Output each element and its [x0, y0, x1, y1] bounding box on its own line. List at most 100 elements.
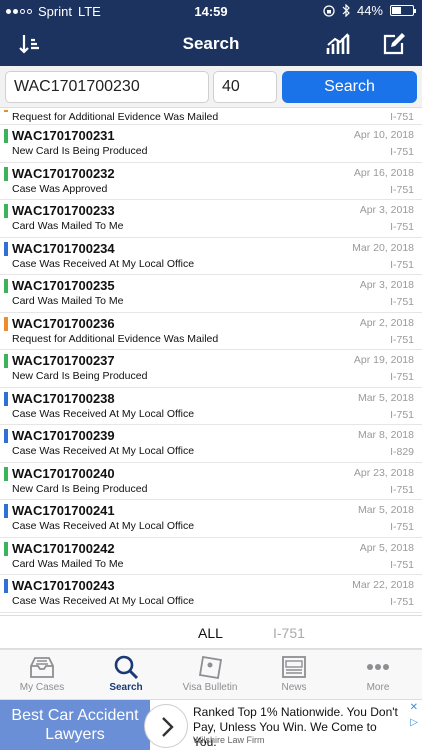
tab-more[interactable]: More	[336, 654, 420, 693]
status-color-bar	[4, 241, 8, 256]
case-form-type: I-751	[390, 408, 414, 421]
battery-percent: 44%	[356, 3, 383, 18]
case-date: Mar 20, 2018	[352, 241, 414, 254]
inbox-icon	[30, 657, 54, 678]
tab-label: My Cases	[19, 682, 65, 693]
case-form-type: I-829	[390, 446, 414, 458]
battery-icon	[390, 5, 416, 16]
case-row[interactable]: WAC1701700241 Mar 5, 2018 Case Was Receive…	[0, 500, 422, 538]
case-date: Mar 5, 2018	[357, 504, 414, 516]
nav-bar: Search	[0, 22, 422, 66]
case-status: New Card Is Being Produced	[12, 370, 148, 382]
case-date: Mar 22, 2018	[352, 579, 414, 591]
chart-icon[interactable]	[324, 30, 352, 58]
case-date: Mar 5, 2018	[357, 391, 414, 404]
bluetooth-icon	[342, 4, 350, 17]
case-date: Apr 3, 2018	[359, 279, 414, 291]
count-input[interactable]	[213, 71, 277, 103]
search-bar: Search	[0, 66, 422, 108]
case-status: Request for Additional Evidence Was Mail…	[12, 111, 219, 123]
tab-search[interactable]: Search	[84, 654, 168, 693]
filter-i751[interactable]: I-751	[273, 625, 305, 641]
case-date: Apr 23, 2018	[353, 466, 414, 479]
case-row[interactable]: WAC1701700237 Apr 19, 2018 New Card Is Bei…	[0, 350, 422, 388]
case-row[interactable]: WAC1701700242 Apr 5, 2018 Card Was Mailed …	[0, 538, 422, 575]
case-row[interactable]: WAC1701700231 Apr 10, 2018 New Card Is Bei…	[0, 125, 422, 163]
case-row[interactable]: WAC1701700236 Apr 2, 2018 Request for Addi…	[0, 313, 422, 350]
case-form-type: I-751	[390, 183, 414, 196]
case-status: Case Was Approved	[12, 182, 108, 195]
case-status: Card Was Mailed To Me	[12, 295, 124, 307]
tab-label: News	[281, 682, 307, 693]
case-form-type: I-751	[390, 221, 414, 233]
case-form-type: I-751	[390, 558, 414, 571]
case-form-type: I-751	[390, 111, 414, 123]
status-indicators: 44%	[323, 3, 416, 18]
case-number: WAC1701700240	[12, 465, 115, 481]
status-color-bar	[4, 204, 8, 218]
case-row[interactable]: WAC1701700235 Apr 3, 2018 Card Was Mailed …	[0, 275, 422, 313]
case-date: Apr 3, 2018	[359, 204, 414, 216]
case-row[interactable]: WAC1701700240 Apr 23, 2018 New Card Is Bei…	[0, 463, 422, 500]
case-list[interactable]: Request for Additional Evidence Was Mail…	[0, 110, 422, 615]
rotation-lock-icon	[323, 4, 335, 17]
case-row[interactable]: WAC1701700234 Mar 20, 2018 Case Was Receiv…	[0, 238, 422, 275]
chevron-right-icon	[162, 717, 174, 737]
case-row[interactable]: WAC1701700239 Mar 8, 2018 Case Was Receive…	[0, 425, 422, 463]
status-color-bar	[4, 166, 8, 181]
case-form-type: I-751	[390, 371, 414, 383]
case-number-input[interactable]	[5, 71, 209, 103]
case-row[interactable]: Request for Additional Evidence Was Mail…	[0, 110, 422, 125]
status-bar: Sprint LTE 14:59 44%	[0, 0, 422, 22]
note-icon	[198, 655, 223, 680]
status-color-bar	[4, 279, 8, 293]
case-status: Case Was Received At My Local Office	[12, 595, 195, 607]
status-color-bar	[4, 129, 8, 143]
case-number: WAC1701700242	[12, 540, 115, 556]
case-status: Case Was Received At My Local Office	[12, 407, 195, 420]
tab-visa-bulletin[interactable]: Visa Bulletin	[168, 654, 252, 693]
case-number: WAC1701700233	[12, 203, 115, 218]
case-status: Request for Additional Evidence Was Mail…	[12, 332, 219, 345]
case-row[interactable]: WAC1701700233 Apr 3, 2018 Card Was Mailed …	[0, 200, 422, 238]
case-status: New Card Is Being Produced	[12, 145, 148, 157]
tab-label: Visa Bulletin	[182, 682, 238, 693]
tab-my-cases[interactable]: My Cases	[0, 654, 84, 693]
case-form-type: I-751	[390, 483, 414, 496]
ad-close-icon[interactable]: ✕	[410, 702, 418, 713]
edit-icon[interactable]	[380, 30, 408, 58]
case-row[interactable]: WAC1701700232 Apr 16, 2018 Case Was Approv…	[0, 163, 422, 200]
filter-all[interactable]: ALL	[198, 625, 223, 641]
status-color-bar	[4, 504, 8, 518]
case-number: WAC1701700234	[12, 240, 115, 256]
status-color-bar	[4, 354, 8, 368]
tab-label: Search	[109, 682, 143, 693]
case-number: WAC1701700241	[12, 503, 115, 518]
ad-headline[interactable]: Best Car Accident Lawyers	[0, 700, 150, 750]
case-status: Card Was Mailed To Me	[12, 557, 124, 570]
tab-news[interactable]: News	[252, 654, 336, 693]
case-date: Apr 5, 2018	[359, 541, 414, 554]
case-status: Case Was Received At My Local Office	[12, 520, 195, 532]
case-form-type: I-751	[390, 296, 414, 308]
tab-bar: My Cases Search Visa Bulletin News More	[0, 649, 422, 699]
case-number: WAC1701700237	[12, 353, 115, 368]
case-status: New Card Is Being Produced	[12, 482, 148, 495]
case-form-type: I-751	[390, 146, 414, 158]
case-number: WAC1701700236	[12, 315, 115, 331]
status-color-bar	[4, 110, 8, 112]
case-row[interactable]: WAC1701700243 Mar 22, 2018 Case Was Receiv…	[0, 575, 422, 613]
ad-arrow-button[interactable]	[144, 704, 188, 748]
case-row[interactable]: WAC1701700238 Mar 5, 2018 Case Was Receive…	[0, 388, 422, 425]
tab-label: More	[366, 682, 390, 693]
ad-banner[interactable]: Best Car Accident Lawyers Ranked Top 1% …	[0, 699, 422, 750]
status-color-bar	[4, 579, 8, 593]
ad-sponsor: Wilshire Law Firm	[193, 735, 265, 745]
status-color-bar	[4, 429, 8, 443]
case-status: Card Was Mailed To Me	[12, 220, 124, 232]
search-button[interactable]: Search	[282, 71, 417, 103]
case-date: Mar 8, 2018	[357, 429, 414, 441]
ad-info-icon[interactable]: ▷	[410, 717, 418, 728]
page-title: Search	[182, 34, 240, 53]
case-number: WAC1701700238	[12, 390, 115, 406]
